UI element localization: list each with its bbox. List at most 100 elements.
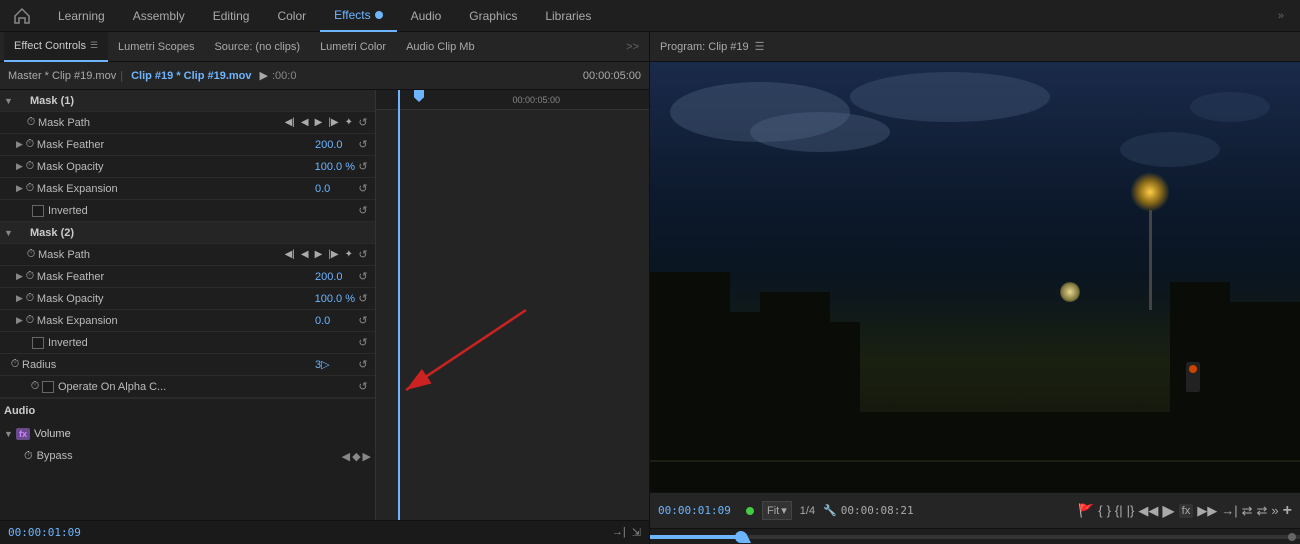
mask2-expansion-stopwatch[interactable]: ⏱ <box>23 314 37 328</box>
mask2-feather-value[interactable]: 200.0 <box>315 271 355 283</box>
mask1-path-reset[interactable]: ↺ <box>355 115 371 131</box>
mask1-next[interactable]: ▶ <box>313 117 325 128</box>
bypass-next[interactable]: ▶ <box>363 450 371 463</box>
mask2-add-keyframe[interactable]: ✦ <box>343 249 355 260</box>
operate-alpha-stopwatch[interactable]: ⏱ <box>28 380 42 394</box>
radius-stopwatch[interactable]: ⏱ <box>8 358 22 372</box>
play-main-btn[interactable]: ▶ <box>1162 501 1174 521</box>
program-monitor-menu[interactable]: ☰ <box>755 40 765 53</box>
go-next-frame[interactable]: ▶▶ <box>1197 503 1217 519</box>
building-6 <box>1170 282 1230 412</box>
nav-learning[interactable]: Learning <box>44 0 119 32</box>
playhead[interactable] <box>398 90 400 520</box>
add-btn[interactable]: + <box>1283 502 1292 520</box>
mask1-header[interactable]: ▼ Mask (1) <box>0 90 375 112</box>
overflow-btn[interactable]: » <box>1271 503 1278 518</box>
nav-audio[interactable]: Audio <box>397 0 456 32</box>
add-marker-icon[interactable]: →| <box>612 526 626 539</box>
mark-out-icon[interactable]: } <box>1107 503 1111 518</box>
export-icon[interactable]: ⇲ <box>632 526 641 539</box>
nav-overflow[interactable]: » <box>1270 10 1292 22</box>
step-fwd-icon[interactable]: |} <box>1127 503 1135 518</box>
mask2-inverted-checkbox[interactable] <box>32 337 44 349</box>
mask1-go-last[interactable]: |▶ <box>326 117 340 128</box>
tab-lumetri-color[interactable]: Lumetri Color <box>310 32 396 62</box>
volume-expand[interactable]: ▼ <box>4 429 16 439</box>
mask2-opacity-stopwatch[interactable]: ⏱ <box>23 292 37 306</box>
marker-in-icon[interactable]: 🚩 <box>1078 503 1094 519</box>
clip-name-label[interactable]: Clip #19 * Clip #19.mov <box>131 70 251 82</box>
bypass-keyframe[interactable]: ◆ <box>352 450 360 463</box>
mask1-go-first[interactable]: ◀| <box>283 117 297 128</box>
go-prev-frame[interactable]: ◀◀ <box>1138 503 1158 519</box>
panel-tabs-overflow[interactable]: >> <box>620 41 645 53</box>
tab-effect-controls[interactable]: Effect Controls ☰ <box>4 32 108 62</box>
nav-libraries[interactable]: Libraries <box>531 0 605 32</box>
mask1-prev[interactable]: ◀ <box>299 117 311 128</box>
mask2-go-first[interactable]: ◀| <box>283 249 297 260</box>
mask1-opacity-value[interactable]: 100.0 % <box>315 161 355 173</box>
effect-controls-menu-icon[interactable]: ☰ <box>90 40 98 51</box>
bypass-stopwatch[interactable]: ⏱ <box>24 450 33 463</box>
mask1-inverted-checkbox[interactable] <box>32 205 44 217</box>
operate-alpha-reset[interactable]: ↺ <box>355 379 371 395</box>
bypass-prev[interactable]: ◀ <box>342 450 350 463</box>
mask2-path-stopwatch[interactable]: ⏱ <box>24 248 38 262</box>
mask2-opacity-reset[interactable]: ↺ <box>355 291 371 307</box>
nav-assembly[interactable]: Assembly <box>119 0 199 32</box>
operate-alpha-checkbox[interactable] <box>42 381 54 393</box>
mask2-next[interactable]: ▶ <box>313 249 325 260</box>
mask1-feather-stopwatch[interactable]: ⏱ <box>23 138 37 152</box>
mask1-inverted-reset[interactable]: ↺ <box>355 203 371 219</box>
operate-alpha-label: Operate On Alpha C... <box>58 381 355 393</box>
mask2-expansion-expand[interactable]: ▶ <box>16 315 23 326</box>
home-icon[interactable] <box>8 2 36 30</box>
mask1-opacity-stopwatch[interactable]: ⏱ <box>23 160 37 174</box>
nav-graphics[interactable]: Graphics <box>455 0 531 32</box>
tab-audio-clip[interactable]: Audio Clip Mb <box>396 32 484 62</box>
mask1-expansion-stopwatch[interactable]: ⏱ <box>23 182 37 196</box>
mask1-opacity-expand[interactable]: ▶ <box>16 161 23 172</box>
mask2-feather-stopwatch[interactable]: ⏱ <box>23 270 37 284</box>
nav-color[interactable]: Color <box>263 0 320 32</box>
mask2-opacity-value[interactable]: 100.0 % <box>315 293 355 305</box>
nav-effects[interactable]: Effects <box>320 0 396 32</box>
mask2-feather-expand[interactable]: ▶ <box>16 271 23 282</box>
fx-toggle-btn[interactable]: fx <box>1179 504 1194 518</box>
mask2-opacity-expand[interactable]: ▶ <box>16 293 23 304</box>
nav-editing[interactable]: Editing <box>199 0 264 32</box>
mask2-feather-reset[interactable]: ↺ <box>355 269 371 285</box>
radius-value[interactable]: 3▷ <box>315 358 355 371</box>
mask2-expansion-value[interactable]: 0.0 <box>315 315 355 327</box>
mask2-header[interactable]: ▼ Mask (2) <box>0 222 375 244</box>
mask1-expansion-expand[interactable]: ▶ <box>16 183 23 194</box>
mask1-opacity-reset[interactable]: ↺ <box>355 159 371 175</box>
tab-source[interactable]: Source: (no clips) <box>204 32 310 62</box>
mask1-path-stopwatch[interactable]: ⏱ <box>24 116 38 130</box>
mask1-add-keyframe[interactable]: ✦ <box>343 117 355 128</box>
mask1-feather-value[interactable]: 200.0 <box>315 139 355 151</box>
mask1-expand-icon[interactable]: ▼ <box>4 96 16 106</box>
radius-reset[interactable]: ↺ <box>355 357 371 373</box>
mark-in-icon[interactable]: { <box>1098 503 1102 518</box>
tab-lumetri-scopes[interactable]: Lumetri Scopes <box>108 32 204 62</box>
mask1-feather-expand[interactable]: ▶ <box>16 139 23 150</box>
mask1-feather-reset[interactable]: ↺ <box>355 137 371 153</box>
mask1-expansion-reset[interactable]: ↺ <box>355 181 371 197</box>
volume-row: ▼ fx Volume <box>0 423 375 445</box>
mask2-prev[interactable]: ◀ <box>299 249 311 260</box>
wrench-icon[interactable]: 🔧 <box>823 504 837 517</box>
scrubber-bar[interactable] <box>650 528 1300 544</box>
overwrite-icon[interactable]: ⇄ <box>1257 503 1268 519</box>
mask2-go-last[interactable]: |▶ <box>326 249 340 260</box>
fit-dropdown[interactable]: Fit ▾ <box>762 501 792 520</box>
go-out-point[interactable]: →| <box>1221 503 1237 518</box>
mask2-path-reset[interactable]: ↺ <box>355 247 371 263</box>
mask2-expansion-reset[interactable]: ↺ <box>355 313 371 329</box>
mask1-expansion-value[interactable]: 0.0 <box>315 183 355 195</box>
insert-icon[interactable]: ⇄ <box>1242 503 1253 519</box>
mask2-inverted-reset[interactable]: ↺ <box>355 335 371 351</box>
play-btn[interactable]: ▶ <box>260 69 268 82</box>
step-back-icon[interactable]: {| <box>1115 503 1123 518</box>
mask2-expand-icon[interactable]: ▼ <box>4 228 16 238</box>
